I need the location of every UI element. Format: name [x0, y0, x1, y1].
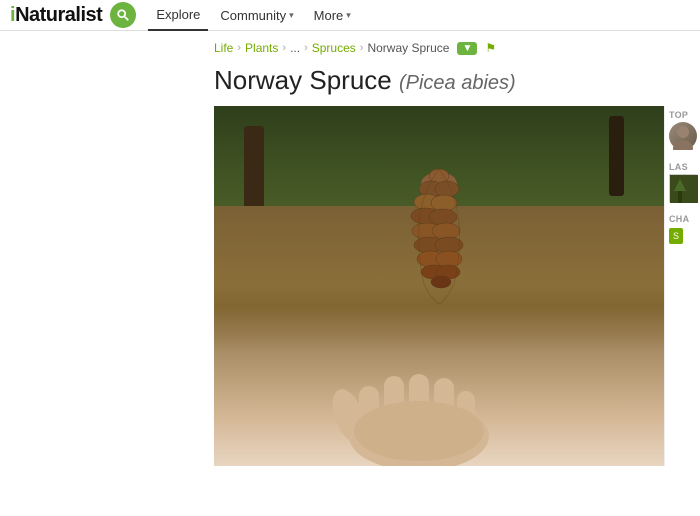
species-image[interactable] — [214, 106, 664, 466]
top-observer-avatar — [669, 122, 697, 150]
breadcrumb-sep-4: › — [360, 42, 364, 54]
site-logo[interactable]: iNaturalist — [10, 4, 102, 27]
top-observers-label: TOP — [669, 110, 696, 120]
hand-area — [214, 306, 664, 466]
breadcrumb-ellipsis: ... — [290, 41, 300, 55]
flag-icon: ⚑ — [485, 41, 496, 55]
breadcrumb-spruces[interactable]: Spruces — [312, 41, 356, 55]
more-chevron-icon: ▾ — [346, 10, 351, 21]
last-obs-label: LAS — [669, 162, 696, 172]
nav-community[interactable]: Community ▾ — [212, 0, 301, 31]
nav-explore[interactable]: Explore — [148, 0, 208, 31]
hand-svg — [319, 326, 519, 466]
page-title: Norway Spruce (Picea abies) — [214, 65, 700, 96]
top-observers-section: TOP — [669, 110, 696, 156]
breadcrumb-plants[interactable]: Plants — [245, 41, 278, 55]
breadcrumb-current: Norway Spruce — [367, 41, 449, 55]
search-button[interactable] — [110, 2, 136, 28]
breadcrumb: Life › Plants › ... › Spruces › Norway S… — [0, 31, 700, 61]
main-header: iNaturalist Explore Community ▾ More ▾ — [0, 0, 700, 31]
logo-naturalist: Naturalist — [15, 4, 102, 26]
pine-cone-image — [389, 106, 489, 324]
breadcrumb-life[interactable]: Life — [214, 41, 233, 55]
main-content: TOP LAS CHA S — [0, 106, 700, 466]
breadcrumb-sep-1: › — [237, 42, 241, 54]
breadcrumb-sep-3: › — [304, 42, 308, 54]
last-obs-thumbnail — [669, 174, 697, 202]
common-name: Norway Spruce — [214, 65, 392, 95]
breadcrumb-sep-2: › — [282, 42, 286, 54]
charts-label: CHA — [669, 214, 696, 224]
right-sidebar: TOP LAS CHA S — [664, 106, 700, 466]
see-charts-button[interactable]: S — [669, 228, 683, 244]
search-icon — [116, 8, 130, 22]
flag-button[interactable]: ▼ — [457, 42, 477, 55]
nav-more[interactable]: More ▾ — [306, 0, 359, 31]
community-chevron-icon: ▾ — [289, 10, 294, 21]
last-obs-section: LAS — [669, 162, 696, 208]
charts-section: CHA S — [669, 214, 696, 244]
page-title-area: Norway Spruce (Picea abies) — [0, 61, 700, 106]
scientific-name: (Picea abies) — [399, 72, 516, 94]
